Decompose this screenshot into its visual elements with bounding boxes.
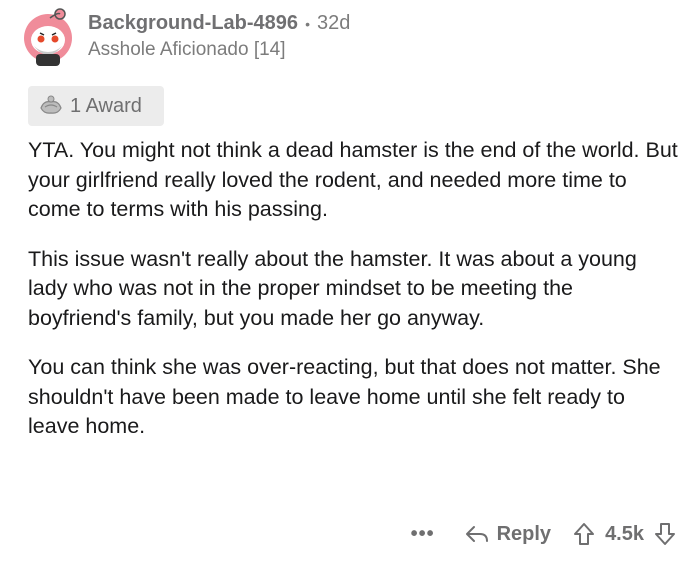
award-badge[interactable]: 1 Award bbox=[28, 86, 164, 126]
upvote-arrow-icon[interactable] bbox=[573, 522, 595, 546]
reply-label: Reply bbox=[496, 522, 552, 545]
more-options-button[interactable]: ••• bbox=[411, 523, 435, 546]
comment-header: Background-Lab-4896 • 32d Asshole Aficio… bbox=[20, 8, 350, 66]
comment-actions: ••• Reply 4.5k bbox=[411, 522, 676, 546]
comment-body: YTA. You might not think a dead hamster … bbox=[28, 136, 678, 462]
user-flair: Asshole Aficionado [14] bbox=[88, 39, 286, 60]
award-icon bbox=[38, 94, 64, 118]
reply-arrow-icon bbox=[465, 526, 488, 542]
comment-paragraph: You can think she was over-reacting, but… bbox=[28, 355, 661, 438]
downvote-arrow-icon[interactable] bbox=[654, 522, 676, 546]
username-link[interactable]: Background-Lab-4896 bbox=[88, 12, 298, 35]
vote-controls: 4.5k bbox=[573, 522, 676, 546]
snoo-avatar-icon[interactable] bbox=[20, 8, 76, 66]
separator-dot: • bbox=[305, 15, 310, 32]
award-label: 1 Award bbox=[70, 94, 142, 117]
comment-paragraph: This issue wasn't really about the hamst… bbox=[28, 246, 637, 330]
comment-age: 32d bbox=[316, 12, 351, 34]
comment-paragraph: YTA. You might not think a dead hamster … bbox=[28, 138, 678, 221]
vote-score: 4.5k bbox=[605, 522, 644, 545]
reply-button[interactable]: Reply bbox=[465, 523, 551, 546]
